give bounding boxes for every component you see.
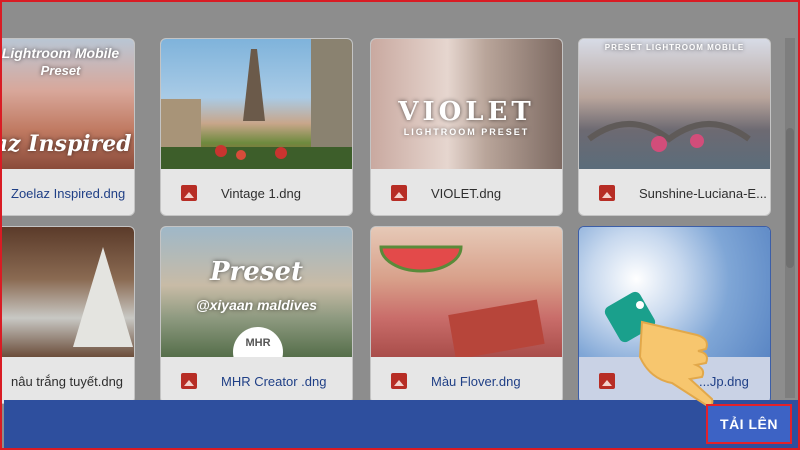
- thumbnail-badge: MHR: [233, 327, 283, 357]
- file-name: Vintage 1.dng: [221, 185, 301, 201]
- file-caption: Sunshine-Luciana-E...: [579, 169, 770, 215]
- upload-button[interactable]: TẢI LÊN: [706, 404, 792, 444]
- thumbnail-subtitle: Preset: [40, 63, 81, 78]
- file-caption: Màu Flover.dng: [371, 357, 562, 403]
- eiffel-tower-graphic: [161, 39, 352, 169]
- file-picker-dialog: Lightroom Mobile Preset laz Inspired Zoe…: [0, 0, 800, 450]
- thumbnail-script: laz Inspired: [0, 131, 132, 157]
- image-file-icon: [181, 185, 197, 201]
- file-card[interactable]: Màu Flover.dng: [370, 226, 563, 404]
- file-name: VIOLET.dng: [431, 185, 502, 201]
- file-thumbnail: [371, 227, 562, 357]
- thumbnail-title: Preset: [210, 257, 303, 287]
- watermelon-graphic: [379, 245, 545, 357]
- file-thumbnail: [161, 39, 352, 169]
- image-file-icon: [599, 185, 615, 201]
- file-caption: Zoelaz Inspired.dng: [2, 169, 134, 215]
- file-name: Màu Flover.dng: [431, 373, 521, 389]
- file-name: Zoelaz Inspired.dng: [11, 185, 126, 201]
- thumbnail-title: Lightroom Mobile: [1, 45, 120, 61]
- file-caption: nâu trắng tuyết.dng: [2, 357, 134, 403]
- file-card[interactable]: VIOLET LIGHTROOM PRESET VIOLET.dng: [370, 38, 563, 216]
- file-thumbnail: PRESET LIGHTROOM MOBILE: [579, 39, 770, 169]
- file-card[interactable]: nâu trắng tuyết.dng: [2, 226, 135, 404]
- file-card[interactable]: PRESET LIGHTROOM MOBILE Sunshine-Luciana…: [578, 38, 771, 216]
- image-file-icon: [181, 373, 197, 389]
- thumbnail-subtitle: @xiyaan maldives: [195, 297, 318, 313]
- pointing-hand-icon: [604, 291, 714, 407]
- file-thumbnail: Preset @xiyaan maldives MHR: [161, 227, 352, 357]
- image-file-icon: [391, 185, 407, 201]
- christmas-tree-graphic: [73, 247, 133, 347]
- file-card[interactable]: Lightroom Mobile Preset laz Inspired Zoe…: [0, 38, 135, 216]
- file-card[interactable]: Vintage 1.dng: [160, 38, 353, 216]
- file-caption: VIOLET.dng: [371, 169, 562, 215]
- file-name: nâu trắng tuyết.dng: [11, 373, 124, 389]
- file-caption: Vintage 1.dng: [161, 169, 352, 215]
- scrollbar[interactable]: [785, 38, 795, 398]
- image-file-icon: [391, 373, 407, 389]
- file-caption: MHR Creator .dng: [161, 357, 352, 403]
- file-card[interactable]: Preset @xiyaan maldives MHR MHR Creator …: [160, 226, 353, 404]
- thumbnail-subtitle: LIGHTROOM PRESET: [403, 127, 530, 137]
- action-bar: [4, 400, 798, 448]
- scrollbar-thumb[interactable]: [786, 128, 794, 268]
- file-thumbnail: VIOLET LIGHTROOM PRESET: [371, 39, 562, 169]
- thumbnail-title: VIOLET: [398, 97, 535, 127]
- file-thumbnail: Lightroom Mobile Preset laz Inspired: [0, 39, 134, 169]
- file-name: Sunshine-Luciana-E...: [639, 185, 767, 201]
- file-name: MHR Creator .dng: [221, 373, 327, 389]
- file-thumbnail: [2, 227, 134, 357]
- bridge-graphic: [587, 121, 751, 152]
